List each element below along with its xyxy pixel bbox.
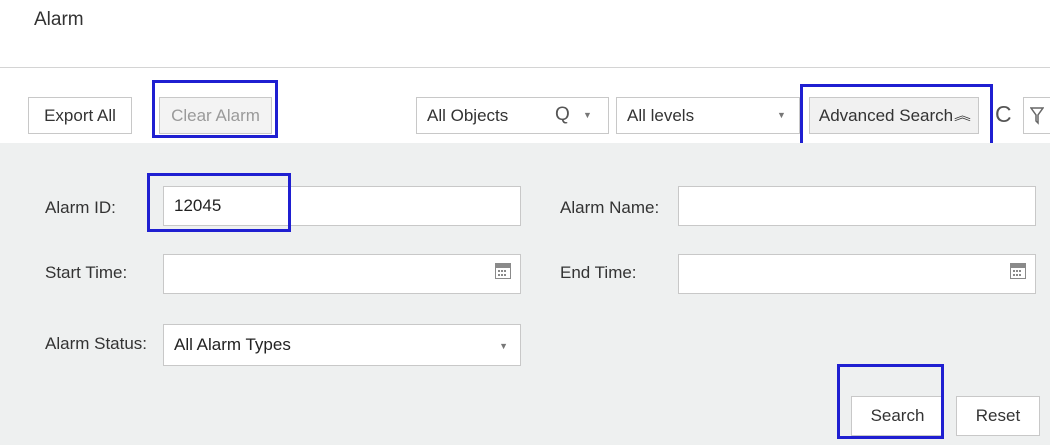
levels-select[interactable]: All levels [616, 97, 800, 134]
objects-select-value: All Objects [427, 105, 509, 125]
page-title: Alarm [34, 9, 84, 30]
filter-button[interactable] [1023, 97, 1050, 134]
chevron-down-icon: ▼ [499, 341, 508, 351]
search-button[interactable]: Search [851, 396, 944, 436]
filter-icon [1030, 107, 1044, 125]
levels-chevron-down-icon[interactable]: ▼ [777, 110, 786, 120]
objects-select[interactable]: All Objects [416, 97, 609, 134]
start-time-input[interactable] [163, 254, 521, 294]
alarm-status-select[interactable]: All Alarm Types ▼ [163, 324, 521, 366]
calendar-icon[interactable] [1010, 263, 1026, 279]
alarm-id-value: 12045 [174, 196, 222, 215]
calendar-icon[interactable] [495, 263, 511, 279]
export-all-button[interactable]: Export All [28, 97, 132, 134]
title-divider [0, 67, 1050, 68]
alarm-name-label: Alarm Name: [560, 198, 660, 217]
alarm-name-input[interactable] [678, 186, 1036, 226]
objects-chevron-down-icon[interactable]: ▼ [583, 110, 592, 120]
chevron-double-up-icon: ︽ [954, 107, 972, 123]
alarm-id-label: Alarm ID: [45, 198, 116, 217]
advanced-search-button[interactable]: Advanced Search ︽ [809, 97, 979, 134]
advanced-search-label: Advanced Search [818, 105, 954, 125]
reset-button[interactable]: Reset [956, 396, 1040, 436]
start-time-label: Start Time: [45, 263, 128, 282]
alarm-id-input[interactable]: 12045 [163, 186, 521, 226]
clear-alarm-button[interactable]: Clear Alarm [159, 97, 272, 134]
alarm-status-value: All Alarm Types [174, 335, 291, 354]
end-time-label: End Time: [560, 263, 637, 282]
refresh-icon[interactable]: C [995, 101, 1012, 128]
alarm-status-label: Alarm Status: [45, 334, 148, 353]
end-time-input[interactable] [678, 254, 1036, 294]
levels-select-value: All levels [627, 105, 695, 125]
search-icon[interactable]: Q [555, 104, 570, 126]
